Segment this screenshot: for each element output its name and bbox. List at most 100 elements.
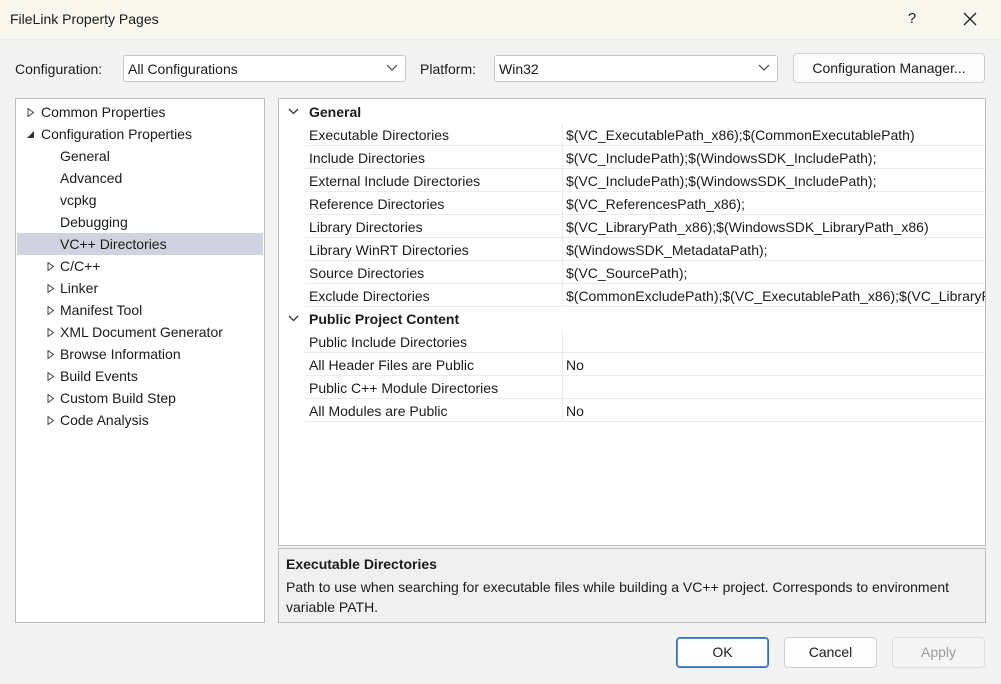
close-icon bbox=[963, 12, 977, 26]
tree-item[interactable]: Advanced bbox=[17, 167, 263, 189]
triangle-right-icon[interactable] bbox=[46, 306, 55, 315]
tree-item-label: Debugging bbox=[60, 214, 128, 230]
chevron-down-icon bbox=[758, 64, 770, 71]
property-row[interactable]: External Include Directories $(VC_Include… bbox=[305, 169, 985, 192]
property-row[interactable]: Library Directories $(VC_LibraryPath_x86)… bbox=[305, 215, 985, 238]
column-divider[interactable] bbox=[562, 146, 563, 168]
tree-item[interactable]: Build Events bbox=[17, 365, 263, 387]
cancel-button[interactable]: Cancel bbox=[784, 637, 877, 668]
apply-button[interactable]: Apply bbox=[892, 637, 985, 668]
configuration-label: Configuration: bbox=[15, 61, 103, 77]
tree-item-label: Common Properties bbox=[41, 104, 166, 120]
triangle-right-icon[interactable] bbox=[46, 394, 55, 403]
property-value[interactable]: No bbox=[566, 357, 584, 373]
help-button[interactable]: ? bbox=[892, 0, 932, 38]
column-divider[interactable] bbox=[562, 192, 563, 214]
tree-item-label: Advanced bbox=[60, 170, 123, 186]
tree-item-label: Manifest Tool bbox=[60, 302, 143, 318]
triangle-right-icon[interactable] bbox=[46, 350, 55, 359]
property-row[interactable]: Public C++ Module Directories bbox=[305, 376, 985, 399]
tree-item[interactable]: Browse Information bbox=[17, 343, 263, 365]
property-row[interactable]: Source Directories $(VC_SourcePath); bbox=[305, 261, 985, 284]
tree-item-label: Linker bbox=[60, 280, 99, 296]
chevron-down-icon[interactable] bbox=[288, 315, 299, 322]
tree-item[interactable]: Custom Build Step bbox=[17, 387, 263, 409]
column-divider[interactable] bbox=[562, 123, 563, 145]
tree-item-label: Custom Build Step bbox=[60, 390, 176, 406]
property-row[interactable]: Public Include Directories bbox=[305, 330, 985, 353]
property-row[interactable]: Exclude Directories $(CommonExcludePath);… bbox=[305, 284, 985, 307]
tree-item-label: vcpkg bbox=[60, 192, 97, 208]
property-name: Reference Directories bbox=[309, 196, 445, 212]
column-divider[interactable] bbox=[562, 238, 563, 260]
triangle-right-icon[interactable] bbox=[46, 416, 55, 425]
property-value[interactable]: $(VC_ReferencesPath_x86); bbox=[566, 196, 745, 212]
configuration-value: All Configurations bbox=[128, 61, 238, 77]
property-row[interactable]: Library WinRT Directories $(WindowsSDK_Me… bbox=[305, 238, 985, 261]
triangle-right-icon[interactable] bbox=[46, 328, 55, 337]
column-divider[interactable] bbox=[562, 261, 563, 283]
property-name: Exclude Directories bbox=[309, 288, 430, 304]
tree-item[interactable]: VC++ Directories bbox=[17, 233, 263, 255]
property-row[interactable]: Executable Directories $(VC_ExecutablePat… bbox=[305, 123, 985, 146]
property-name: Executable Directories bbox=[309, 127, 450, 143]
column-divider[interactable] bbox=[562, 330, 563, 352]
description-text: Path to use when searching for executabl… bbox=[286, 579, 950, 615]
close-button[interactable] bbox=[948, 0, 992, 38]
property-row[interactable]: All Header Files are Public No bbox=[305, 353, 985, 376]
property-value[interactable]: $(VC_ExecutablePath_x86);$(CommonExecuta… bbox=[566, 127, 915, 143]
column-divider[interactable] bbox=[562, 353, 563, 375]
tree-item[interactable]: Linker bbox=[17, 277, 263, 299]
tree-item[interactable]: vcpkg bbox=[17, 189, 263, 211]
property-value[interactable]: $(VC_SourcePath); bbox=[566, 265, 687, 281]
property-name: Library Directories bbox=[309, 219, 423, 235]
property-grid: General Executable Directories $(VC_Execut… bbox=[278, 98, 986, 546]
tree-item[interactable]: General bbox=[17, 145, 263, 167]
tree-item[interactable]: Code Analysis bbox=[17, 409, 263, 431]
property-name: Library WinRT Directories bbox=[309, 242, 469, 258]
property-value[interactable]: $(CommonExcludePath);$(VC_ExecutablePath… bbox=[566, 288, 985, 304]
property-value[interactable]: $(VC_IncludePath);$(WindowsSDK_IncludePa… bbox=[566, 173, 877, 189]
triangle-down-icon[interactable] bbox=[26, 130, 35, 139]
platform-value: Win32 bbox=[499, 61, 539, 77]
description-title: Executable Directories bbox=[286, 556, 437, 572]
ok-button[interactable]: OK bbox=[676, 637, 769, 668]
triangle-right-icon[interactable] bbox=[26, 108, 35, 117]
property-name: Public Include Directories bbox=[309, 334, 467, 350]
property-value[interactable]: $(VC_IncludePath);$(WindowsSDK_IncludePa… bbox=[566, 150, 877, 166]
platform-combo[interactable]: Win32 bbox=[494, 55, 778, 82]
chevron-down-icon[interactable] bbox=[288, 108, 299, 115]
property-row[interactable]: Include Directories $(VC_IncludePath);$(W… bbox=[305, 146, 985, 169]
category-header[interactable]: General bbox=[279, 100, 985, 123]
tree-item[interactable]: XML Document Generator bbox=[17, 321, 263, 343]
column-divider[interactable] bbox=[562, 399, 563, 421]
category-header[interactable]: Public Project Content bbox=[279, 307, 985, 330]
property-value[interactable]: $(WindowsSDK_MetadataPath); bbox=[566, 242, 768, 258]
property-name: All Modules are Public bbox=[309, 403, 448, 419]
tree-item-label: Code Analysis bbox=[60, 412, 149, 428]
property-name: Source Directories bbox=[309, 265, 425, 281]
tree-item[interactable]: Debugging bbox=[17, 211, 263, 233]
title-bar: FileLink Property Pages ? bbox=[0, 0, 1001, 40]
triangle-right-icon[interactable] bbox=[46, 284, 55, 293]
property-row[interactable]: Reference Directories $(VC_ReferencesPath… bbox=[305, 192, 985, 215]
property-row[interactable]: All Modules are Public No bbox=[305, 399, 985, 422]
triangle-right-icon[interactable] bbox=[46, 262, 55, 271]
tree-item-label: XML Document Generator bbox=[60, 324, 223, 340]
tree-item[interactable]: Common Properties bbox=[17, 101, 263, 123]
property-value[interactable]: $(VC_LibraryPath_x86);$(WindowsSDK_Libra… bbox=[566, 219, 929, 235]
column-divider[interactable] bbox=[562, 376, 563, 398]
tree-item[interactable]: C/C++ bbox=[17, 255, 263, 277]
chevron-down-icon bbox=[386, 64, 398, 71]
column-divider[interactable] bbox=[562, 284, 563, 306]
column-divider[interactable] bbox=[562, 215, 563, 237]
configuration-manager-button[interactable]: Configuration Manager... bbox=[793, 53, 985, 83]
configuration-combo[interactable]: All Configurations bbox=[123, 55, 406, 82]
property-name: External Include Directories bbox=[309, 173, 481, 189]
column-divider[interactable] bbox=[562, 169, 563, 191]
property-value[interactable]: No bbox=[566, 403, 584, 419]
tree-item[interactable]: Configuration Properties bbox=[17, 123, 263, 145]
tree-item[interactable]: Manifest Tool bbox=[17, 299, 263, 321]
tree-item-label: General bbox=[60, 148, 110, 164]
triangle-right-icon[interactable] bbox=[46, 372, 55, 381]
